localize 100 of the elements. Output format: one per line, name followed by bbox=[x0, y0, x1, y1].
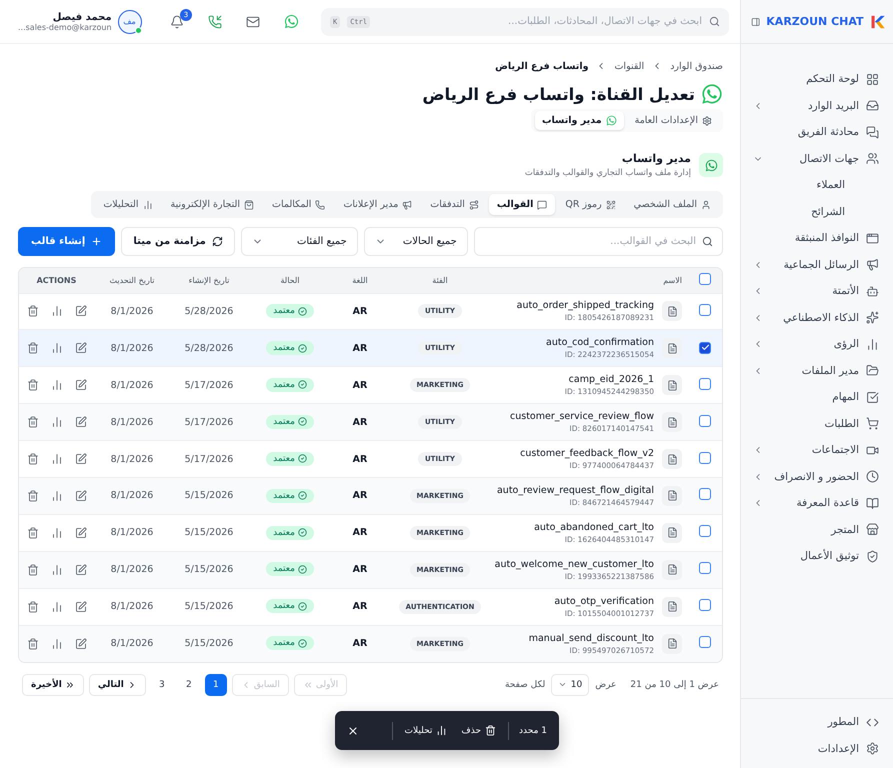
close-button[interactable] bbox=[347, 724, 359, 736]
create-button[interactable]: إنشاء قالب bbox=[18, 227, 116, 256]
nav-item[interactable]: الذكاء الاصطناعي bbox=[741, 304, 893, 331]
tab[interactable]: التحليلات bbox=[95, 194, 161, 215]
trash-icon[interactable] bbox=[26, 453, 38, 465]
avatar[interactable]: مف bbox=[118, 10, 142, 34]
nav-item[interactable]: توثيق الأعمال bbox=[741, 543, 893, 570]
edit-icon[interactable] bbox=[74, 453, 86, 465]
nav-subitem[interactable]: العملاء bbox=[741, 172, 893, 198]
bar-chart-icon[interactable] bbox=[50, 564, 62, 576]
tab[interactable]: رموز QR bbox=[557, 194, 624, 215]
page-button[interactable]: 3 bbox=[150, 674, 173, 696]
nav-item[interactable]: مدير الملفات bbox=[741, 358, 893, 384]
edit-icon[interactable] bbox=[74, 564, 86, 576]
tab[interactable]: التدفقات bbox=[422, 194, 487, 215]
checkbox[interactable] bbox=[699, 378, 711, 390]
tab[interactable]: مدير الإعلانات bbox=[335, 194, 420, 215]
edit-icon[interactable] bbox=[74, 342, 86, 354]
bell-icon[interactable] bbox=[170, 14, 184, 28]
nav-item[interactable]: لوحة التحكم bbox=[741, 66, 893, 92]
breadcrumb-link[interactable]: صندوق الوارد bbox=[670, 60, 723, 72]
edit-icon[interactable] bbox=[74, 638, 86, 650]
page-button[interactable]: 2 bbox=[178, 674, 200, 696]
document-icon bbox=[662, 596, 682, 617]
bar-chart-icon[interactable] bbox=[50, 600, 62, 613]
next-page-button[interactable]: التالي bbox=[88, 674, 146, 696]
tab[interactable]: التجارة الإلكترونية bbox=[162, 194, 262, 215]
tab[interactable]: المكالمات bbox=[264, 194, 334, 215]
nav-item[interactable]: الحضور و الانصراف bbox=[741, 464, 893, 490]
bar-chart-icon[interactable] bbox=[50, 526, 62, 539]
nav-subitem[interactable]: الشرائح bbox=[741, 198, 893, 225]
checkbox[interactable] bbox=[699, 273, 711, 286]
trash-icon[interactable] bbox=[26, 600, 38, 613]
nav-item[interactable]: الأتمتة bbox=[741, 278, 893, 304]
nav-item[interactable]: الرؤى bbox=[741, 331, 893, 358]
page-title: تعديل القناة: واتساب فرع الرياض bbox=[422, 84, 695, 104]
bar-chart-icon[interactable] bbox=[50, 638, 62, 650]
tab[interactable]: الملف الشخصي bbox=[626, 194, 719, 215]
bar-chart-icon[interactable] bbox=[50, 490, 62, 502]
checkbox[interactable] bbox=[699, 452, 711, 464]
trash-icon[interactable] bbox=[26, 490, 38, 502]
analytics-button[interactable]: تحليلات bbox=[402, 723, 450, 738]
edit-icon[interactable] bbox=[74, 305, 86, 318]
checkbox[interactable] bbox=[699, 525, 711, 538]
check-circle-icon bbox=[298, 638, 307, 648]
channel-tab[interactable]: الإعدادات العامة bbox=[628, 111, 719, 130]
checkbox[interactable] bbox=[699, 342, 711, 354]
breadcrumb-link[interactable]: واتساب فرع الرياض bbox=[495, 60, 588, 72]
channel-tab[interactable]: مدير واتساب bbox=[534, 111, 624, 130]
nav-item[interactable]: المتجر bbox=[741, 516, 893, 543]
bar-chart-icon[interactable] bbox=[50, 342, 62, 354]
edit-icon[interactable] bbox=[74, 600, 86, 613]
bar-chart-icon[interactable] bbox=[50, 453, 62, 465]
checkbox[interactable] bbox=[699, 304, 711, 316]
nav-item[interactable]: الطلبات bbox=[741, 410, 893, 437]
last-page-button[interactable]: الأخيرة bbox=[22, 674, 84, 696]
checkbox[interactable] bbox=[699, 414, 711, 427]
page-button[interactable]: 1 bbox=[204, 674, 227, 696]
trash-icon[interactable] bbox=[26, 342, 38, 354]
nav-item[interactable]: المهام bbox=[741, 384, 893, 410]
nav-item[interactable]: الإعدادات bbox=[741, 736, 893, 762]
checkbox[interactable] bbox=[699, 636, 711, 648]
table-cell: AR bbox=[352, 306, 368, 317]
nav-item[interactable]: الرسائل الجماعية bbox=[741, 252, 893, 278]
delete-button[interactable]: حذف bbox=[459, 723, 498, 738]
checkbox[interactable] bbox=[699, 599, 711, 612]
edit-icon[interactable] bbox=[74, 379, 86, 392]
panel-toggle-icon[interactable] bbox=[751, 16, 760, 28]
breadcrumb-link[interactable]: القنوات bbox=[614, 60, 644, 72]
per-page-dropdown[interactable]: 10 bbox=[551, 674, 590, 696]
nav-item[interactable]: جهات الاتصال bbox=[741, 146, 893, 172]
bar-chart-icon[interactable] bbox=[50, 379, 62, 392]
column-header: تاريخ الإنشاء bbox=[188, 276, 230, 285]
filter-dropdown[interactable]: جميع الفئات bbox=[240, 227, 358, 256]
edit-icon[interactable] bbox=[74, 526, 86, 539]
trash-icon[interactable] bbox=[26, 379, 38, 392]
checkbox[interactable] bbox=[699, 562, 711, 574]
nav-item[interactable]: قاعدة المعرفة bbox=[741, 490, 893, 516]
nav-item[interactable]: البريد الوارد bbox=[741, 92, 893, 119]
sync-button[interactable]: مزامنة من ميتا bbox=[121, 227, 235, 256]
nav-item[interactable]: المطور bbox=[741, 709, 893, 736]
trash-icon[interactable] bbox=[26, 416, 38, 428]
trash-icon[interactable] bbox=[26, 564, 38, 576]
mail-icon[interactable] bbox=[246, 14, 260, 28]
trash-icon[interactable] bbox=[26, 638, 38, 650]
edit-icon[interactable] bbox=[74, 416, 86, 428]
check-circle-icon bbox=[298, 306, 307, 316]
trash-icon[interactable] bbox=[26, 526, 38, 539]
checkbox[interactable] bbox=[699, 488, 711, 500]
nav-item[interactable]: الاجتماعات bbox=[741, 437, 893, 464]
nav-item[interactable]: محادثة الفريق bbox=[741, 119, 893, 146]
nav-item[interactable]: النوافذ المنبثقة bbox=[741, 225, 893, 252]
trash-icon[interactable] bbox=[26, 305, 38, 318]
tab[interactable]: القوالب bbox=[488, 194, 556, 215]
filter-dropdown[interactable]: جميع الحالات bbox=[364, 227, 468, 256]
phone-icon[interactable] bbox=[208, 14, 222, 28]
table-cell: 8/1/2026 bbox=[110, 527, 154, 538]
edit-icon[interactable] bbox=[74, 490, 86, 502]
bar-chart-icon[interactable] bbox=[50, 416, 62, 428]
bar-chart-icon[interactable] bbox=[50, 305, 62, 318]
